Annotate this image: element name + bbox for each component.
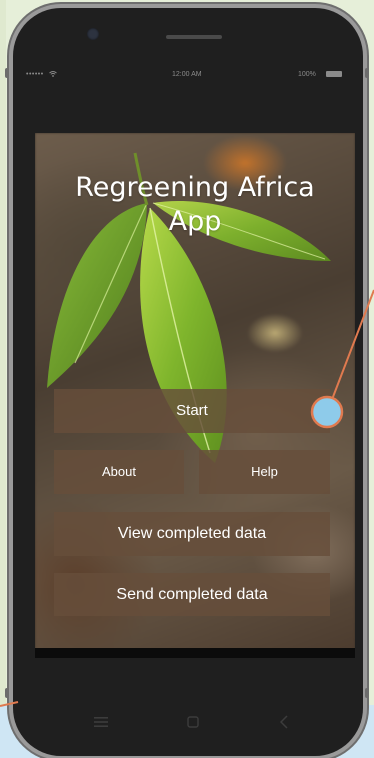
battery-icon bbox=[326, 71, 342, 77]
send-completed-data-button[interactable]: Send completed data bbox=[54, 573, 330, 616]
start-button[interactable]: Start bbox=[54, 389, 330, 433]
battery-percent: 100% bbox=[298, 71, 316, 78]
phone-side-button-left-bottom bbox=[5, 688, 9, 698]
back-icon[interactable] bbox=[279, 715, 289, 729]
status-time: 12:00 AM bbox=[172, 71, 202, 78]
view-completed-data-button[interactable]: View completed data bbox=[54, 512, 330, 556]
screen-bottom-bar bbox=[35, 648, 355, 658]
app-title: Regreening Africa App bbox=[35, 171, 355, 239]
app-title-line1: Regreening Africa bbox=[75, 172, 315, 203]
navigation-bar bbox=[22, 710, 352, 734]
signal-indicator: •••••• bbox=[26, 71, 57, 78]
page-background-left bbox=[0, 0, 6, 705]
signal-dots: •••••• bbox=[26, 71, 44, 78]
app-title-line2: App bbox=[168, 206, 222, 237]
home-icon[interactable] bbox=[187, 716, 199, 728]
wifi-icon bbox=[49, 71, 57, 77]
front-camera bbox=[87, 28, 99, 40]
app-screen: Regreening Africa App Start About Help V… bbox=[35, 133, 355, 658]
help-button[interactable]: Help bbox=[199, 450, 330, 494]
status-bar: •••••• 12:00 AM 100% bbox=[22, 70, 352, 84]
phone-side-button-right-bottom bbox=[365, 688, 369, 698]
phone-side-button-left bbox=[5, 68, 9, 78]
menu-icon[interactable] bbox=[94, 716, 108, 728]
speaker-grille bbox=[166, 35, 222, 39]
phone-side-button-right bbox=[365, 68, 369, 78]
about-button[interactable]: About bbox=[54, 450, 184, 494]
